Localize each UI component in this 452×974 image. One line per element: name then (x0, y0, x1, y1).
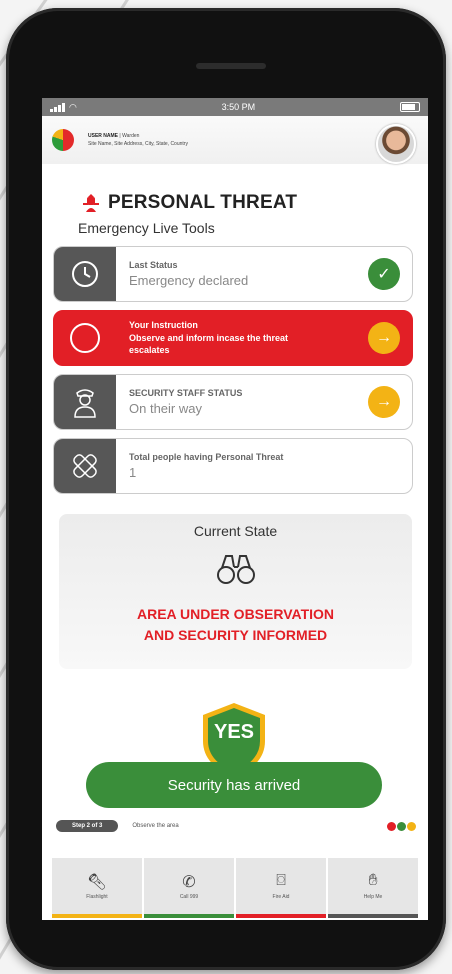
card-label: Total people having Personal Threat (129, 452, 284, 462)
step-dot (407, 821, 416, 831)
total-people-card[interactable]: Total people having Personal Threat 1 (53, 438, 413, 494)
yes-badge: YES (213, 721, 255, 743)
check-icon[interactable]: ✓ (368, 258, 400, 290)
battery-icon (399, 102, 420, 112)
user-role: Warden (122, 133, 140, 139)
user-name: USER NAME (88, 133, 119, 139)
nav-color-strip (328, 914, 418, 918)
instruction-card[interactable]: Your Instruction Observe and inform inca… (53, 310, 413, 366)
app-header: USER NAME | Warden Site Name, Site Addre… (42, 116, 428, 164)
threat-person-icon (83, 194, 99, 212)
step-badge: Step 2 of 3 (56, 820, 119, 832)
circle-icon (54, 311, 116, 365)
card-value: Observe and inform incase the threat esc… (129, 333, 289, 355)
phone-speaker (196, 63, 266, 69)
bottom-nav: 🔦︎ Flashlight ✆ Call 999 ⌼ Fire Aid ✋︎ H… (52, 858, 418, 918)
nav-flashlight[interactable]: 🔦︎ Flashlight (52, 858, 144, 918)
current-state-label: Current State (193, 523, 278, 539)
site-line: Site Name, Site Address, City, State, Co… (88, 141, 188, 147)
nav-color-strip (236, 914, 326, 918)
bandage-icon (54, 439, 116, 493)
step-text: Observe the area (132, 823, 179, 829)
phone-icon: ✆ (182, 874, 196, 891)
clock-icon (54, 247, 116, 301)
step-dot (397, 821, 406, 831)
step-dot (387, 821, 396, 831)
avatar[interactable] (376, 124, 416, 164)
nav-color-strip (144, 914, 234, 918)
page-title-row: PERSONAL THREAT (80, 192, 428, 214)
nav-call[interactable]: ✆ Call 999 (144, 858, 236, 918)
security-guard-icon (54, 375, 116, 429)
nav-fire-aid[interactable]: ⌼ Fire Aid (236, 858, 328, 918)
card-value: On their way (129, 401, 202, 416)
step-bar: Step 2 of 3 Observe the area (56, 818, 416, 834)
card-label: SECURITY STAFF STATUS (129, 388, 243, 398)
card-value: 1 (129, 465, 137, 480)
security-arrived-button[interactable]: Security has arrived (86, 762, 382, 808)
camera-icon: ⌼ (276, 872, 286, 889)
security-staff-card[interactable]: SECURITY STAFF STATUS On their way → (53, 374, 413, 430)
app-screen: ◠ 3:50 PM USER NAME | Warden Site Name, … (42, 98, 428, 920)
current-state-panel: Current State AREA UNDER OBSERVATION AND… (59, 514, 412, 669)
nav-label: Call 999 (179, 894, 199, 900)
state-message-line2: AND SECURITY INFORMED (143, 627, 328, 643)
hand-icon: ✋︎ (368, 872, 378, 889)
nav-label: Help Me (363, 894, 383, 900)
arrow-right-icon[interactable]: → (368, 386, 400, 418)
app-logo (52, 129, 74, 151)
status-cards: Last Status Emergency declared ✓ Your In… (53, 246, 413, 494)
nav-label: Flashlight (86, 894, 108, 900)
current-state-message: AREA UNDER OBSERVATION AND SECURITY INFO… (59, 604, 412, 646)
signal-icon (50, 102, 65, 112)
page-title: PERSONAL THREAT (108, 192, 298, 213)
nav-color-strip (52, 914, 142, 918)
wifi-icon: ◠ (69, 101, 77, 112)
user-info: USER NAME | Warden Site Name, Site Addre… (88, 133, 188, 147)
flashlight-icon: 🔦︎ (86, 874, 108, 891)
nav-label: Fire Aid (272, 894, 290, 900)
last-status-card[interactable]: Last Status Emergency declared ✓ (53, 246, 413, 302)
arrow-right-icon[interactable]: → (368, 322, 400, 354)
page-subtitle: Emergency Live Tools (78, 220, 215, 236)
card-value: Emergency declared (129, 273, 249, 288)
status-bar: ◠ 3:50 PM (42, 98, 428, 116)
card-label: Last Status (129, 260, 178, 270)
status-time: 3:50 PM (221, 102, 256, 112)
state-message-line1: AREA UNDER OBSERVATION (136, 606, 335, 622)
card-label: Your Instruction (129, 320, 198, 330)
nav-help-me[interactable]: ✋︎ Help Me (328, 858, 418, 918)
step-dots (387, 821, 416, 831)
binoculars-icon (216, 555, 255, 584)
